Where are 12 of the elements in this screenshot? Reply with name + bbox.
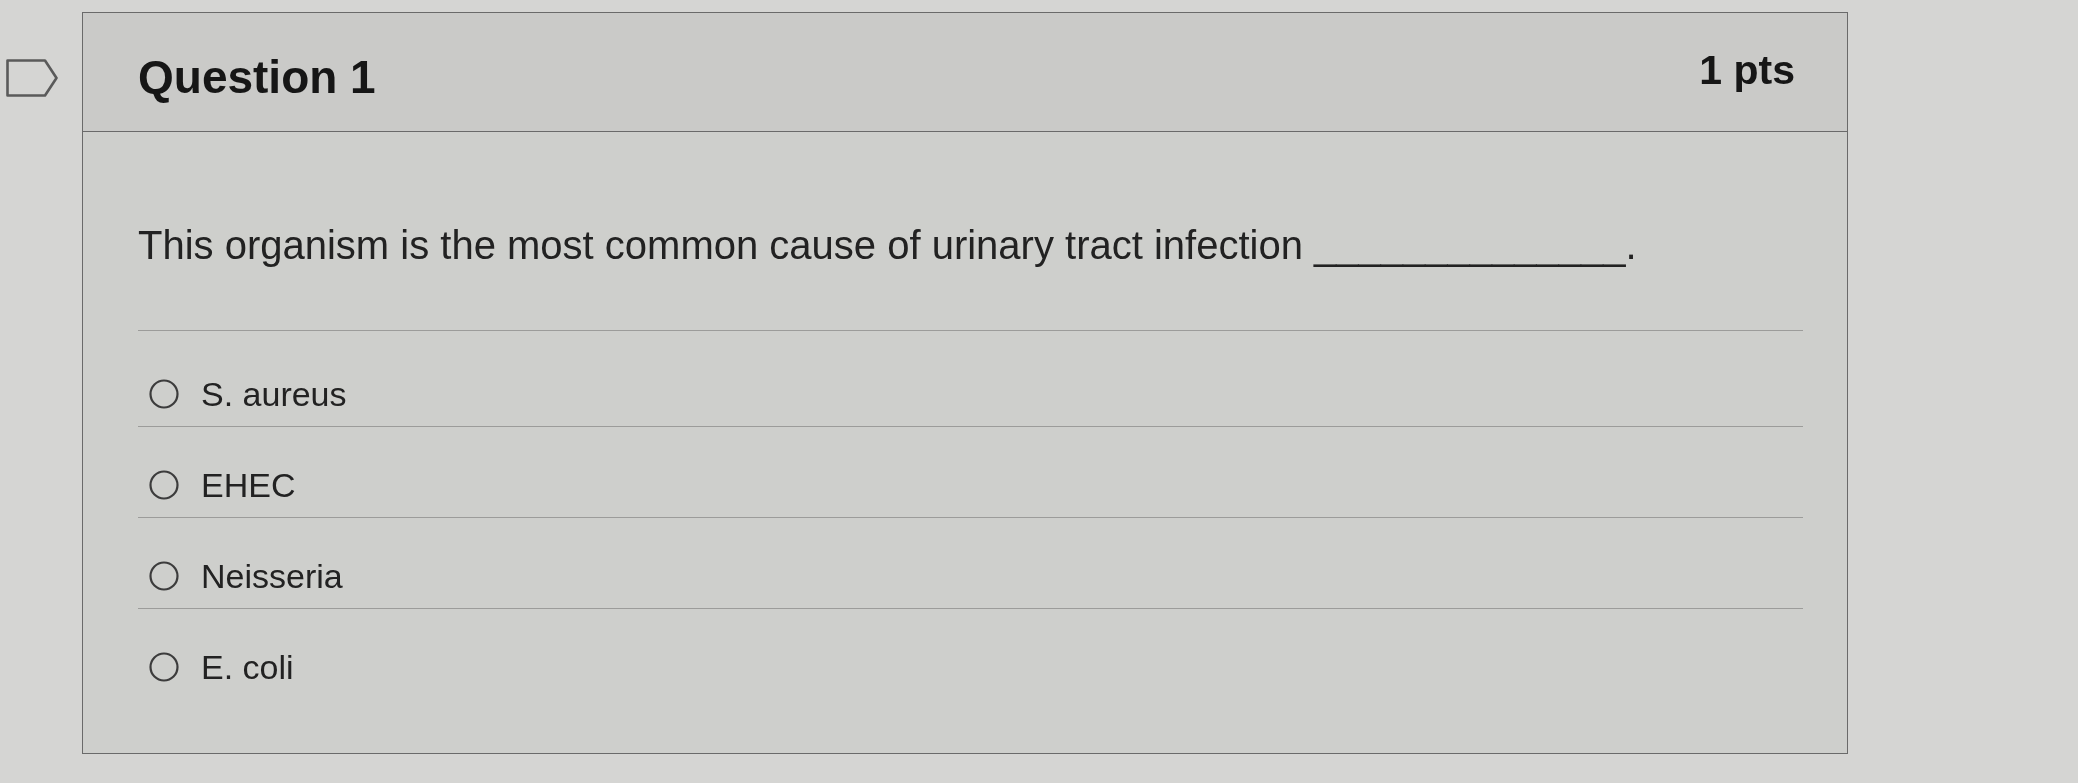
answer-option-label[interactable]: S. aureus [201,374,347,414]
answer-option-label[interactable]: EHEC [201,465,296,505]
answer-option-label[interactable]: E. coli [201,647,294,687]
question-text: This organism is the most common cause of urinary tract infection ______________. [138,222,1637,268]
radio-button[interactable] [149,470,179,500]
points-label: 1 pts [1699,46,1795,95]
radio-button[interactable] [149,561,179,591]
answer-option-label[interactable]: Neisseria [201,556,343,596]
question-title: Question 1 [138,50,376,105]
radio-button[interactable] [149,652,179,682]
flag-icon[interactable] [6,59,58,97]
radio-button[interactable] [149,379,179,409]
